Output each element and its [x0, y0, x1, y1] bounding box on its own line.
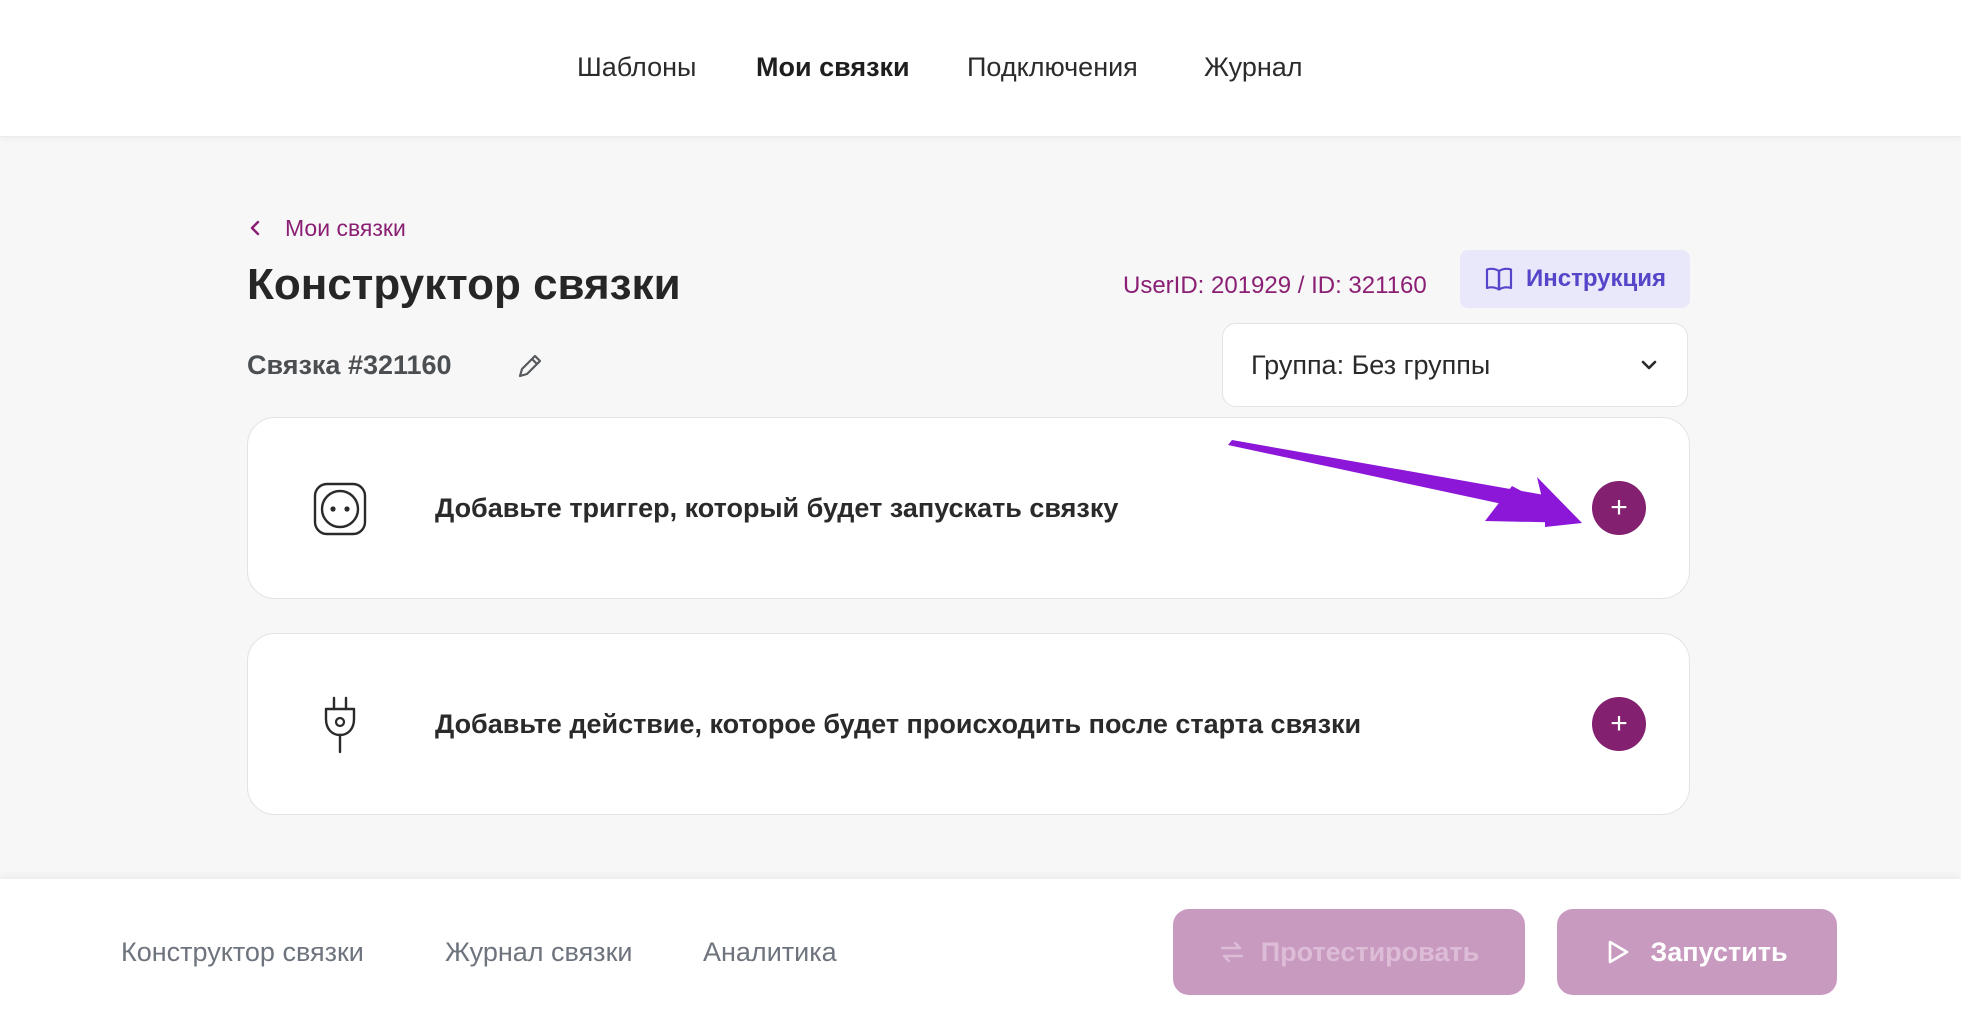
plug-icon — [310, 695, 370, 755]
socket-icon — [310, 479, 370, 539]
user-id-text: UserID: 201929 / ID: 321160 — [1123, 272, 1427, 299]
run-button-label: Запустить — [1650, 936, 1788, 967]
chevron-down-icon — [1639, 358, 1659, 372]
nav-item-my-links[interactable]: Мои связки — [756, 50, 910, 84]
tab-link-journal[interactable]: Журнал связки — [445, 935, 632, 969]
swap-arrows-icon — [1219, 941, 1245, 963]
page-title: Конструктор связки — [247, 260, 681, 309]
test-button[interactable]: Протестировать — [1173, 909, 1525, 995]
group-select-value: Группа: Без группы — [1251, 349, 1491, 380]
book-icon — [1484, 266, 1514, 292]
nav-item-templates[interactable]: Шаблоны — [577, 50, 696, 84]
trigger-label: Добавьте триггер, который будет запускат… — [435, 493, 1119, 523]
top-navigation: Шаблоны Мои связки Подключения Журнал — [0, 0, 1961, 137]
play-icon — [1606, 939, 1630, 965]
tab-constructor[interactable]: Конструктор связки — [121, 935, 364, 969]
trigger-card: Добавьте триггер, который будет запускат… — [247, 417, 1690, 599]
run-button[interactable]: Запустить — [1557, 909, 1837, 995]
group-select[interactable]: Группа: Без группы — [1222, 323, 1688, 407]
nav-item-connections[interactable]: Подключения — [967, 50, 1138, 84]
breadcrumb[interactable]: Мои связки — [247, 210, 406, 246]
chevron-left-icon — [247, 219, 265, 237]
add-trigger-button[interactable]: + — [1592, 481, 1646, 535]
action-card: Добавьте действие, которое будет происхо… — [247, 633, 1690, 815]
link-name: Связка #321160 — [247, 350, 452, 380]
add-action-button[interactable]: + — [1592, 697, 1646, 751]
tab-analytics[interactable]: Аналитика — [703, 935, 837, 969]
instruction-label: Инструкция — [1525, 265, 1667, 292]
pencil-icon[interactable] — [514, 350, 546, 382]
breadcrumb-label: Мои связки — [285, 214, 406, 241]
instruction-button[interactable]: Инструкция — [1460, 250, 1690, 308]
test-button-label: Протестировать — [1260, 936, 1480, 967]
nav-item-journal[interactable]: Журнал — [1204, 50, 1303, 84]
action-label: Добавьте действие, которое будет происхо… — [435, 709, 1362, 739]
